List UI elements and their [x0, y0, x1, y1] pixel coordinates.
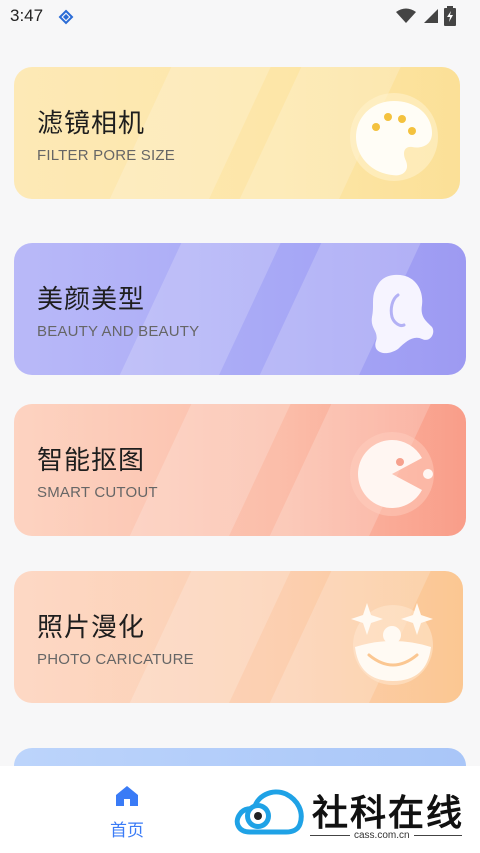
home-icon	[116, 786, 138, 806]
card-title: 滤镜相机	[37, 109, 146, 139]
card-beauty[interactable]: 美颜美型 BEAUTY AND BEAUTY	[14, 243, 466, 375]
card-subtitle: FILTER PORE SIZE	[37, 147, 175, 164]
watermark-sub: cass.com.cn	[350, 830, 414, 841]
card-subtitle: BEAUTY AND BEAUTY	[37, 323, 200, 340]
card-smart-cutout[interactable]: 智能抠图 SMART CUTOUT	[14, 404, 466, 536]
nav-home[interactable]: 首页	[100, 784, 154, 841]
battery-charging-icon	[444, 6, 456, 26]
status-time: 3:47	[10, 6, 44, 25]
card-title: 智能抠图	[37, 446, 146, 476]
watermark: 社科在线 cass.com.cn	[232, 782, 472, 842]
card-subtitle: PHOTO CARICATURE	[37, 651, 194, 668]
card-photo-caricature[interactable]: 照片漫化 PHOTO CARICATURE	[14, 571, 463, 703]
nav-home-label: 首页	[110, 821, 144, 841]
status-right-icons	[396, 6, 456, 26]
woman-head-icon	[371, 274, 434, 354]
wifi-icon	[396, 8, 416, 23]
card-filter-camera[interactable]: 滤镜相机 FILTER PORE SIZE	[14, 67, 460, 199]
pacman-icon	[350, 432, 434, 516]
cloud-eye-logo-icon	[234, 789, 304, 835]
palette-icon	[350, 93, 438, 181]
card-title: 美颜美型	[37, 285, 146, 315]
signal-notification-icon	[58, 9, 74, 25]
card-subtitle: SMART CUTOUT	[37, 484, 158, 501]
watermark-text: 社科在线	[312, 792, 465, 834]
card-title: 照片漫化	[37, 613, 146, 643]
clown-face-icon	[351, 603, 433, 685]
cell-signal-icon	[424, 9, 438, 23]
status-bar: 3:47	[0, 0, 480, 34]
